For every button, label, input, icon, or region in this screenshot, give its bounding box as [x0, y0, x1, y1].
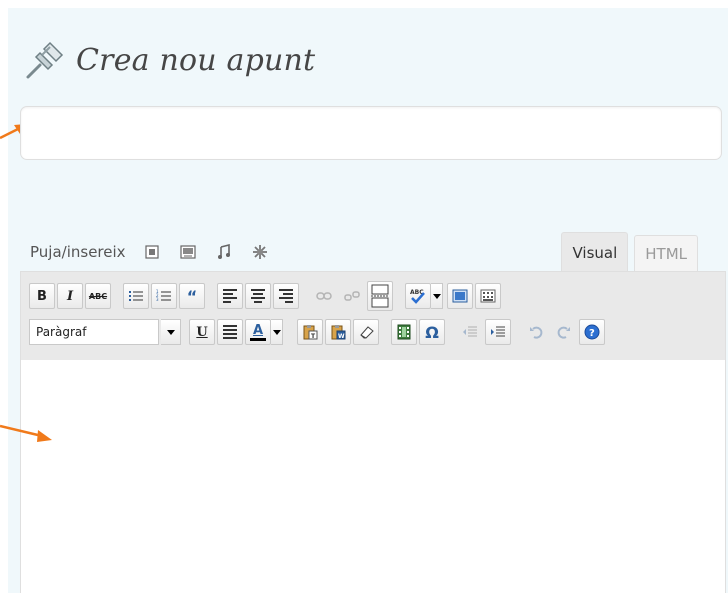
pushpin-icon [26, 41, 64, 79]
justify-button[interactable] [217, 319, 243, 345]
video-icon[interactable] [179, 244, 196, 260]
tab-html[interactable]: HTML [634, 235, 698, 272]
page-header: Crea nou apunt [22, 30, 315, 90]
align-justify-icon [223, 323, 237, 341]
help-icon: ? [584, 324, 600, 340]
align-right-icon [279, 287, 293, 305]
media-icon[interactable] [252, 244, 268, 260]
align-center-button[interactable] [245, 283, 271, 309]
format-select-dropdown[interactable] [161, 319, 181, 345]
spellcheck-icon: ABC [410, 289, 425, 304]
fullscreen-button[interactable] [447, 283, 473, 309]
blockquote-button[interactable]: “ [179, 283, 205, 309]
insert-more-button[interactable] [367, 281, 393, 311]
page-title: Crea nou apunt [76, 42, 316, 78]
align-center-icon [251, 287, 265, 305]
eraser-icon [360, 326, 374, 339]
media-upload-label: Puja/insereix [30, 243, 126, 261]
text-color-button[interactable]: A [245, 319, 271, 345]
annotation-arrow-icon [0, 424, 52, 442]
toolbar-row-2: Paràgraf U A T W Ω ? [29, 316, 717, 348]
align-right-button[interactable] [273, 283, 299, 309]
italic-button[interactable]: I [57, 283, 83, 309]
insert-media-button[interactable] [391, 319, 417, 345]
text-color-swatch [250, 337, 266, 341]
indent-button[interactable] [485, 319, 511, 345]
spellcheck-button[interactable]: ABC [405, 283, 431, 309]
align-left-icon [223, 287, 237, 305]
special-character-button[interactable]: Ω [419, 319, 445, 345]
link-icon [316, 292, 332, 300]
undo-icon [530, 326, 543, 339]
bold-label: B [37, 288, 47, 304]
quote-icon: “ [186, 286, 198, 306]
svg-text:?: ? [589, 328, 595, 339]
editor-content-area[interactable] [21, 360, 725, 590]
remove-format-button[interactable] [353, 319, 379, 345]
outdent-button[interactable] [457, 319, 483, 345]
bullet-list-button[interactable] [123, 283, 149, 309]
underline-label: U [196, 324, 208, 340]
format-select[interactable]: Paràgraf [29, 319, 159, 345]
paste-word-button[interactable]: W [325, 319, 351, 345]
italic-label: I [66, 288, 74, 304]
bullet-list-icon [129, 291, 143, 301]
unlink-button[interactable] [339, 283, 365, 309]
insert-link-button[interactable] [311, 283, 337, 309]
image-icon[interactable] [144, 244, 160, 260]
media-upload-bar: Puja/insereix [30, 240, 288, 264]
more-tag-icon [371, 284, 389, 308]
numbered-list-icon: 123 [156, 289, 171, 302]
paste-text-button[interactable]: T [297, 319, 323, 345]
chevron-down-icon [432, 293, 441, 299]
bold-button[interactable]: B [29, 283, 55, 309]
redo-button[interactable] [551, 319, 577, 345]
tab-visual[interactable]: Visual [561, 232, 629, 272]
unlink-icon [344, 291, 360, 301]
chevron-down-icon [166, 329, 175, 335]
align-left-button[interactable] [217, 283, 243, 309]
underline-button[interactable]: U [189, 319, 215, 345]
toolbar-row-1: B I ABC 123 “ ABC [29, 280, 717, 312]
outdent-icon [463, 326, 477, 337]
svg-text:W: W [338, 333, 345, 340]
editor-tabs: Visual HTML [561, 232, 698, 272]
indent-icon [491, 326, 505, 337]
text-color-label: A [252, 322, 264, 338]
kitchen-sink-button[interactable] [475, 283, 501, 309]
spellcheck-dropdown[interactable] [431, 283, 443, 309]
audio-icon[interactable] [216, 244, 232, 260]
help-button[interactable]: ? [579, 319, 605, 345]
text-color-dropdown[interactable] [271, 319, 283, 345]
omega-label: Ω [425, 322, 439, 342]
numbered-list-button[interactable]: 123 [151, 283, 177, 309]
editor-toolbar: B I ABC 123 “ ABC Paràgraf U A T W Ω ? [21, 272, 725, 360]
chevron-down-icon [272, 329, 281, 335]
undo-button[interactable] [523, 319, 549, 345]
strikethrough-label: ABC [88, 291, 108, 301]
post-title-input[interactable] [20, 106, 722, 160]
redo-icon [557, 326, 570, 339]
strikethrough-button[interactable]: ABC [85, 283, 111, 309]
paste-word-icon: W [331, 325, 346, 340]
kitchen-sink-icon [480, 289, 496, 303]
rich-text-editor: B I ABC 123 “ ABC Paràgraf U A T W Ω ? [20, 271, 726, 593]
film-icon [397, 324, 411, 340]
fullscreen-icon [452, 289, 468, 303]
svg-text:3: 3 [156, 297, 159, 302]
paste-text-icon: T [303, 325, 318, 340]
